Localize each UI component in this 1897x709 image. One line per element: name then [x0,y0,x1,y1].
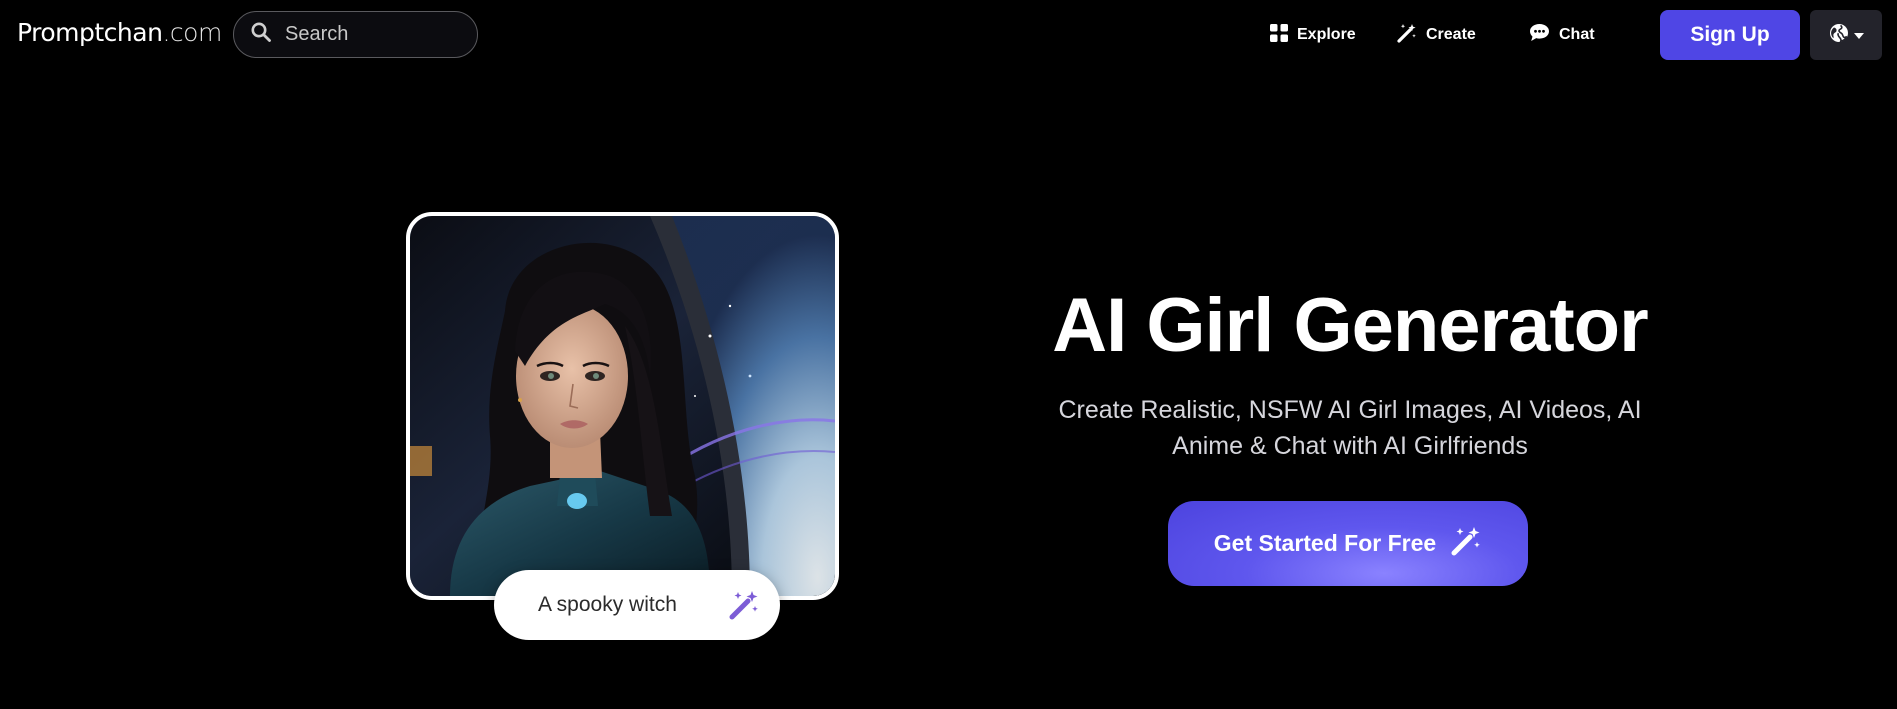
logo-brand: Promptchan [17,18,163,47]
grid-icon [1270,23,1288,47]
page-title: AI Girl Generator [1052,283,1648,368]
nav-create-label: Create [1426,26,1476,43]
top-navigation-bar: Promptchan.com Explore [0,0,1897,70]
caret-down-icon [1853,26,1864,44]
nav-explore[interactable]: Explore [1270,22,1356,48]
nav-chat[interactable]: Chat [1529,22,1595,48]
globe-icon [1829,23,1849,48]
magic-wand-icon [1397,23,1417,48]
get-started-button[interactable]: Get Started For Free [1168,501,1528,586]
hero-subtitle: Create Realistic, NSFW AI Girl Images, A… [1058,396,1642,460]
search-bar[interactable] [233,11,478,58]
search-input[interactable] [283,22,453,47]
sign-up-button[interactable]: Sign Up [1660,10,1800,60]
language-selector[interactable] [1810,10,1882,60]
site-logo[interactable]: Promptchan.com [17,18,222,47]
ai-portrait-illustration [410,216,835,596]
prompt-example-pill: A spooky witch [494,570,780,640]
nav-chat-label: Chat [1559,26,1595,43]
logo-tld: .com [162,18,222,47]
chat-bubble-icon [1529,23,1550,47]
prompt-example-text: A spooky witch [538,593,677,616]
nav-create[interactable]: Create [1397,22,1476,48]
magic-wand-icon [728,589,760,626]
get-started-label: Get Started For Free [1213,530,1437,556]
magic-wand-icon [1450,525,1482,563]
nav-explore-label: Explore [1297,26,1356,43]
hero-sample-image [406,212,839,600]
search-icon [251,22,271,47]
